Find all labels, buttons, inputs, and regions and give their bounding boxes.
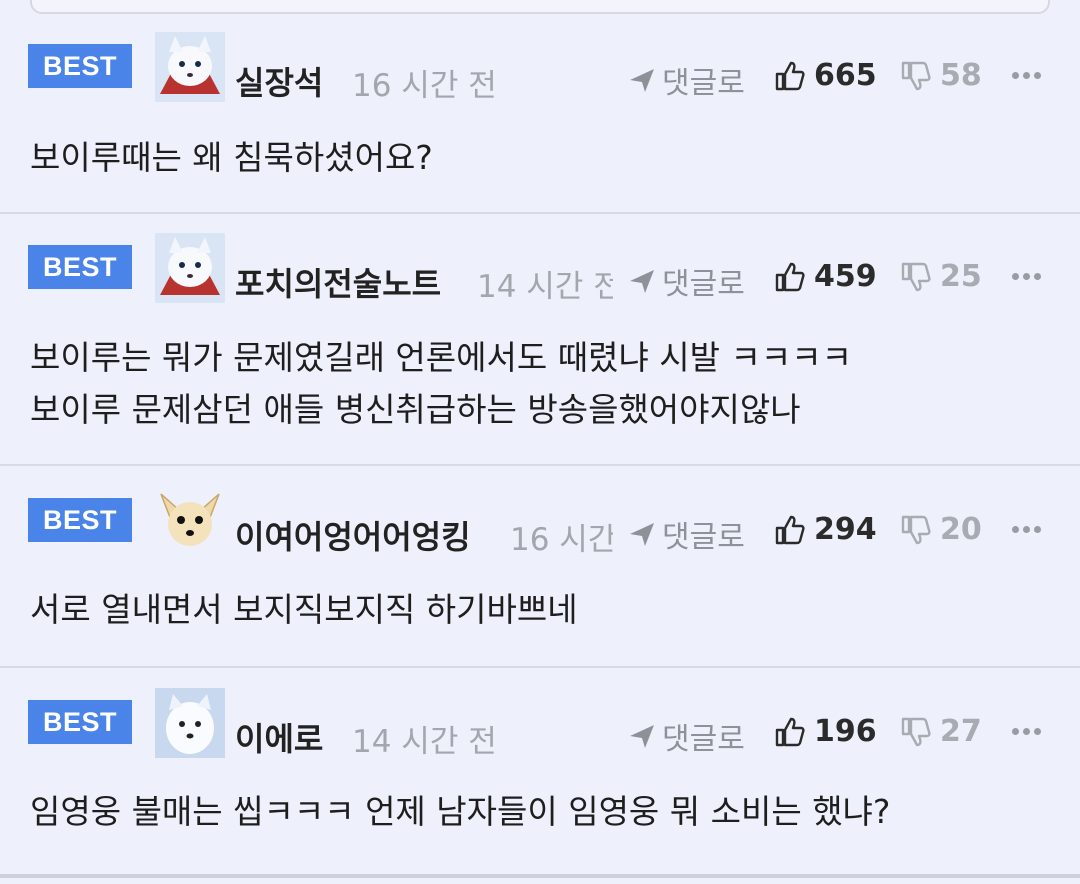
best-badge: BEST: [28, 700, 132, 744]
avatar[interactable]: [155, 688, 225, 758]
arrow-icon: [630, 523, 654, 546]
comment-line: 임영웅 불매는 씹ㅋㅋㅋ 언제 남자들이 임영웅 뭐 소비는 했냐?: [30, 792, 891, 831]
comment-meta: BEST 이여어엉어어엉킹 16 시간 전 댓글로: [0, 466, 1080, 566]
bottom-divider: [0, 874, 1080, 878]
comment-body: 보이루때는 왜 침묵하셨어요?: [30, 132, 433, 184]
like-count: 196: [814, 714, 877, 749]
reply-button[interactable]: 댓글로: [628, 714, 745, 758]
comment-item: BEST 실장석 16 시간 전 댓글로 665 58 보이루때는 왜 침묵하셨…: [0, 14, 1080, 214]
comment-meta: BEST 이에로 14 시간 전 댓글로 196 27: [0, 668, 1080, 768]
thumbs-up-icon: [775, 717, 805, 746]
white-fox-avatar-icon: [155, 32, 225, 102]
comment-item: BEST 포치의전술노트 14 시간 전 댓글로 459 25 보이루는 뭐가 …: [0, 214, 1080, 466]
comment-time: 16 시간 전: [352, 68, 497, 104]
like-button[interactable]: 459: [774, 259, 877, 294]
like-count: 294: [814, 512, 877, 547]
comment-item: BEST 이에로 14 시간 전 댓글로 196 27 임영웅 불매는 씹ㅋㅋㅋ…: [0, 668, 1080, 868]
author-name[interactable]: 포치의전술노트: [235, 259, 441, 305]
previous-panel-edge: [30, 0, 1050, 14]
chihuahua-avatar-icon: [155, 486, 225, 556]
comment-time: 16 시간 전: [510, 522, 613, 558]
comment-item: BEST 이여어엉어어엉킹 16 시간 전 댓글로: [0, 466, 1080, 668]
thumbs-down-icon: [901, 515, 931, 544]
avatar[interactable]: [155, 32, 225, 102]
dislike-button[interactable]: 20: [900, 512, 982, 547]
author-name[interactable]: 이에로: [235, 714, 323, 760]
dislike-count: 27: [940, 714, 982, 749]
comment-body: 보이루는 뭐가 문제였길래 언론에서도 때렸냐 시발 ㅋㅋㅋㅋ 보이루 문제삼던…: [30, 332, 852, 436]
comment-body: 임영웅 불매는 씹ㅋㅋㅋ 언제 남자들이 임영웅 뭐 소비는 했냐?: [30, 786, 890, 838]
reply-button[interactable]: 댓글로: [628, 259, 745, 303]
comment-time: 14 시간 전: [352, 724, 497, 760]
reply-button[interactable]: 댓글로: [628, 58, 745, 102]
comment-time: 14 시간 전: [477, 269, 613, 305]
white-fox-avatar-icon: [155, 233, 225, 303]
more-icon[interactable]: [1012, 70, 1042, 80]
dislike-button[interactable]: 25: [900, 259, 982, 294]
thumbs-down-icon: [901, 262, 931, 291]
dislike-button[interactable]: 27: [900, 714, 982, 749]
dislike-count: 20: [940, 512, 982, 547]
thumbs-down-icon: [901, 717, 931, 746]
comment-line: 보이루때는 왜 침묵하셨어요?: [30, 138, 433, 177]
reply-label: 댓글로: [662, 722, 745, 757]
like-button[interactable]: 294: [774, 512, 877, 547]
reply-label: 댓글로: [662, 267, 745, 302]
dislike-count: 58: [940, 58, 982, 93]
more-icon[interactable]: [1012, 271, 1042, 281]
reply-button[interactable]: 댓글로: [628, 512, 745, 556]
like-button[interactable]: 196: [774, 714, 877, 749]
avatar[interactable]: [155, 233, 225, 303]
comment-body: 서로 열내면서 보지직보지직 하기바쁘네: [30, 584, 578, 636]
arrow-icon: [630, 69, 654, 92]
reply-label: 댓글로: [662, 66, 745, 101]
author-name[interactable]: 실장석: [235, 58, 323, 104]
best-badge: BEST: [28, 44, 132, 88]
thumbs-down-icon: [901, 61, 931, 90]
thumbs-up-icon: [775, 515, 805, 544]
comment-line: 서로 열내면서 보지직보지직 하기바쁘네: [30, 590, 578, 629]
more-icon[interactable]: [1012, 726, 1042, 736]
reply-label: 댓글로: [662, 520, 745, 555]
dislike-count: 25: [940, 259, 982, 294]
arrow-icon: [630, 270, 654, 293]
best-badge: BEST: [28, 245, 132, 289]
comment-list: BEST 실장석 16 시간 전 댓글로 665 58 보이루때는 왜 침묵하셨…: [0, 14, 1080, 868]
avatar[interactable]: [155, 486, 225, 556]
thumbs-up-icon: [775, 61, 805, 90]
dislike-button[interactable]: 58: [900, 58, 982, 93]
comment-line: 보이루 문제삼던 애들 병신취급하는 방송을했어야지않나: [30, 390, 801, 429]
thumbs-up-icon: [775, 262, 805, 291]
best-badge: BEST: [28, 498, 132, 542]
like-count: 459: [814, 259, 877, 294]
comment-meta: BEST 포치의전술노트 14 시간 전 댓글로 459 25: [0, 214, 1080, 314]
author-name[interactable]: 이여어엉어어엉킹: [235, 512, 471, 558]
like-button[interactable]: 665: [774, 58, 877, 93]
comment-meta: BEST 실장석 16 시간 전 댓글로 665 58: [0, 14, 1080, 114]
comment-line: 보이루는 뭐가 문제였길래 언론에서도 때렸냐 시발 ㅋㅋㅋㅋ: [30, 338, 852, 377]
like-count: 665: [814, 58, 877, 93]
white-dog-avatar-icon: [155, 688, 225, 758]
arrow-icon: [630, 725, 654, 748]
more-icon[interactable]: [1012, 524, 1042, 534]
